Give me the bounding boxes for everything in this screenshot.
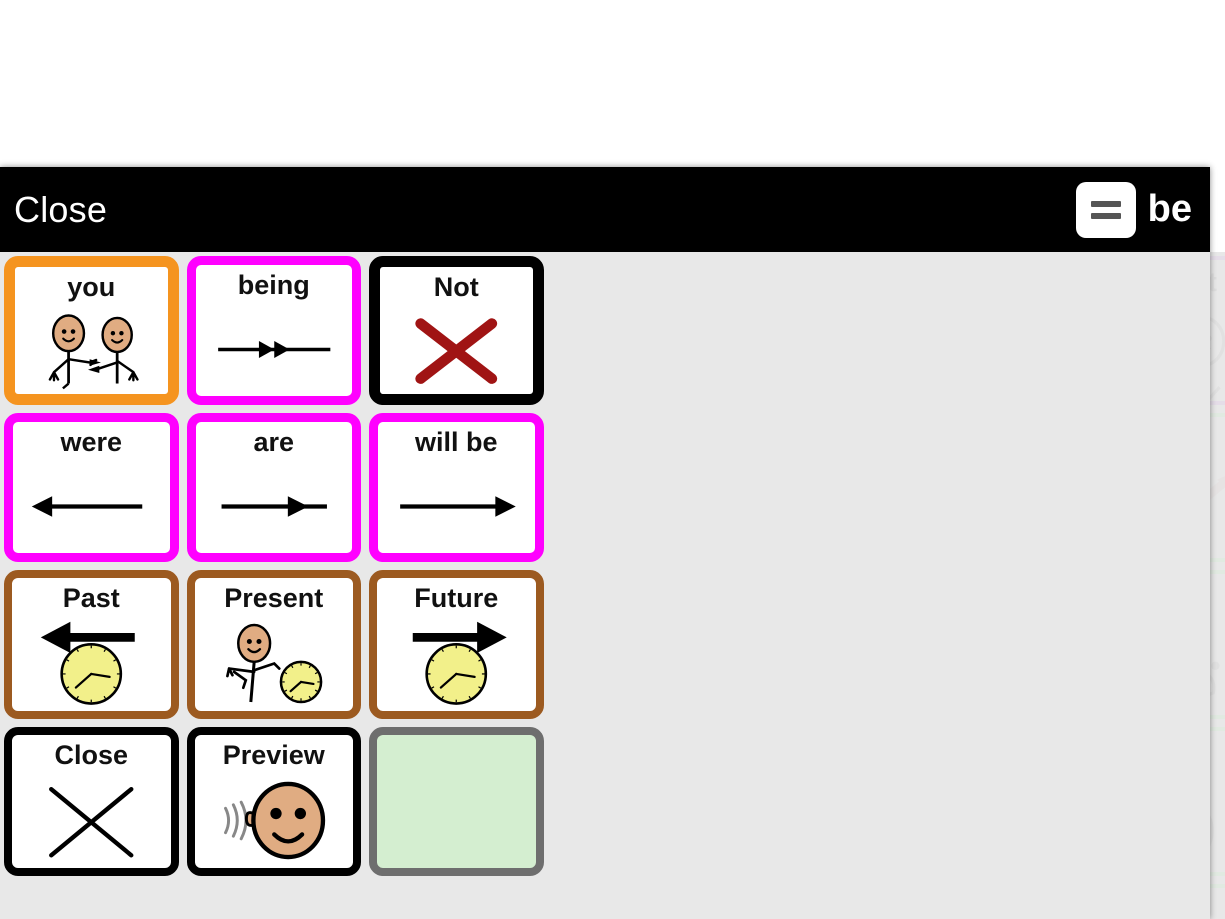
modal-header: Close be: [0, 167, 1210, 252]
speaking-face-icon: [195, 777, 354, 864]
option-cell-label: Not: [433, 272, 479, 302]
option-cell-were[interactable]: were: [4, 413, 179, 562]
header-word-group: be: [1075, 181, 1192, 238]
option-cell-label: Past: [62, 583, 120, 613]
current-word-label: be: [1147, 188, 1192, 230]
option-cell-being[interactable]: being: [186, 256, 361, 405]
x-mark-icon: [12, 777, 171, 864]
option-cell-label: Present: [224, 583, 324, 613]
option-cell-label: you: [67, 272, 116, 302]
word-options-modal: Close be you being Not were are will be Past Pr…: [0, 167, 1210, 919]
option-grid: you being Not were are will be Past Present Futu…: [0, 252, 1210, 880]
red-x-icon: [380, 309, 533, 390]
left-arrow-icon: [13, 464, 170, 549]
option-cell-label: will be: [414, 427, 498, 457]
person-with-clock-icon: [195, 620, 354, 707]
option-cell-empty[interactable]: [369, 727, 544, 876]
option-cell-past[interactable]: Past: [4, 570, 179, 719]
option-cell-label: are: [253, 427, 295, 457]
two-people-pointing-icon: [15, 309, 168, 390]
clock-right-arrow-icon: [377, 620, 536, 707]
modal-body: you being Not were are will be Past Present Futu…: [0, 252, 1210, 919]
option-cell-close[interactable]: Close: [4, 727, 179, 876]
option-cell-will-be[interactable]: will be: [369, 413, 544, 562]
option-cell-are[interactable]: are: [186, 413, 361, 562]
option-cell-label: Future: [414, 583, 499, 613]
equals-icon: [1075, 181, 1136, 238]
mid-right-arrow-icon: [196, 464, 353, 549]
option-cell-preview[interactable]: Preview: [186, 727, 361, 876]
option-cell-label: were: [60, 427, 123, 457]
close-button[interactable]: Close: [14, 189, 107, 231]
option-cell-future[interactable]: Future: [369, 570, 544, 719]
right-arrow-icon: [378, 464, 535, 549]
option-cell-label: being: [237, 270, 310, 300]
option-cell-label: Preview: [222, 740, 325, 770]
double-arrow-line-icon: [196, 307, 353, 392]
option-cell-present[interactable]: Present: [186, 570, 361, 719]
option-cell-label: Close: [54, 740, 129, 770]
clock-left-arrow-icon: [12, 620, 171, 707]
option-cell-you[interactable]: you: [4, 256, 179, 405]
option-cell-not[interactable]: Not: [369, 256, 544, 405]
